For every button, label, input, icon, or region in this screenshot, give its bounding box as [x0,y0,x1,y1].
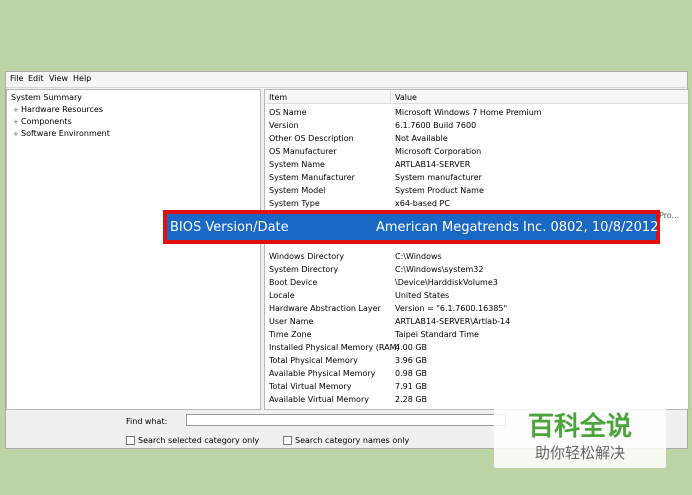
table-row[interactable]: OS Manufacturer Microsoft Corporation [265,145,688,158]
expand-icon[interactable]: + [13,106,21,114]
row-value: 6.1.7600 Build 7600 [395,121,477,130]
tree-item-hardware-resources[interactable]: + Hardware Resources [13,105,103,114]
row-item: System Manufacturer [269,173,355,182]
bios-value-label: American Megatrends Inc. 0802, 10/8/2012 [376,220,659,235]
table-row[interactable]: System Directory C:\Windows\system32 [265,263,688,276]
find-label: Find what: [126,417,168,426]
row-item: Total Virtual Memory [269,382,352,391]
row-item: User Name [269,317,314,326]
row-item: Locale [269,291,295,300]
watermark-subtitle: 助你轻松解决 [534,444,625,462]
row-item: OS Manufacturer [269,147,337,156]
menu-view[interactable]: View [49,74,68,83]
table-row[interactable]: Other OS Description Not Available [265,132,688,145]
expand-icon[interactable]: + [13,130,21,138]
row-value: 2.28 GB [395,395,428,404]
checkbox-label: Search category names only [295,436,410,445]
table-row[interactable]: Installed Physical Memory (RAM) 4.00 GB [265,341,688,354]
tree-item-label: Software Environment [21,129,110,138]
table-row[interactable]: Windows Directory C:\Windows [265,250,688,263]
row-value: 7.91 GB [395,382,428,391]
row-value: x64-based PC [395,199,450,208]
row-value: Microsoft Corporation [395,147,482,156]
table-row[interactable]: Boot Device \Device\HarddiskVolume3 [265,276,688,289]
checkbox-icon[interactable] [283,436,292,445]
table-row[interactable]: Total Virtual Memory 7.91 GB [265,380,688,393]
table-row[interactable]: System Name ARTLAB14-SERVER [265,158,688,171]
tree-item-label: Hardware Resources [21,105,104,114]
row-value: System Product Name [395,186,484,195]
table-row[interactable]: Total Physical Memory 3.96 GB [265,354,688,367]
row-value: C:\Windows [395,252,442,261]
table-row[interactable]: Time Zone Taipei Standard Time [265,328,688,341]
row-item: OS Name [269,108,307,117]
row-item: Version [269,121,299,130]
row-item: Hardware Abstraction Layer [269,304,381,313]
menu-help[interactable]: Help [73,74,91,83]
search-category-names-checkbox[interactable]: Search category names only [283,436,409,445]
find-input[interactable] [186,414,506,426]
system-information-window: File Edit View Help System Summary + Hard… [5,71,689,449]
table-row[interactable]: System Model System Product Name [265,184,688,197]
menu-bar: File Edit View Help [6,72,687,88]
details-table: Item Value OS Name Microsoft Windows 7 Ho… [264,89,689,410]
row-value: 0.98 GB [395,369,428,378]
table-row[interactable]: OS Name Microsoft Windows 7 Home Premium [265,106,688,119]
menu-file[interactable]: File [10,74,23,83]
row-value: United States [395,291,450,300]
row-item: Windows Directory [269,252,345,261]
row-value: Not Available [395,134,448,143]
row-item: Total Physical Memory [269,356,358,365]
tree-item-label: Components [21,117,72,126]
menu-edit[interactable]: Edit [28,74,44,83]
row-value: Version = "6.1.7600.16385" [395,304,508,313]
row-value: Taipei Standard Time [395,330,479,339]
row-value: 3.96 GB [395,356,428,365]
checkbox-icon[interactable] [126,436,135,445]
watermark-title: 百科全说 [527,412,632,442]
table-row[interactable]: User Name ARTLAB14-SERVER\Artlab-14 [265,315,688,328]
table-row[interactable]: Available Physical Memory 0.98 GB [265,367,688,380]
row-item: System Type [269,199,320,208]
column-header-value[interactable]: Value [391,91,688,104]
row-value: 4.00 GB [395,343,428,352]
row-value: Microsoft Windows 7 Home Premium [395,108,542,117]
tree-item-label: System Summary [11,93,83,102]
row-value: System manufacturer [395,173,482,182]
tree-item-software-environment[interactable]: + Software Environment [13,129,110,138]
table-row[interactable]: System Type x64-based PC [265,197,688,210]
table-row[interactable]: Hardware Abstraction Layer Version = "6.1… [265,302,688,315]
row-item: Other OS Description [269,134,354,143]
category-tree: System Summary + Hardware Resources + Comp… [6,89,261,410]
expand-icon[interactable]: + [13,118,21,126]
row-item: Boot Device [269,278,318,287]
row-item: Time Zone [269,330,312,339]
table-row[interactable]: Locale United States [265,289,688,302]
row-value: \Device\HarddiskVolume3 [395,278,498,287]
table-row[interactable]: System Manufacturer System manufacturer [265,171,688,184]
row-item: Available Physical Memory [269,369,376,378]
row-value: ARTLAB14-SERVER [395,160,471,169]
bios-selected-row[interactable]: BIOS Version/Date American Megatrends In… [167,214,659,240]
row-item: System Model [269,186,326,195]
row-item: Available Virtual Memory [269,395,369,404]
row-item: System Directory [269,265,339,274]
bios-item-label: BIOS Version/Date [170,220,289,235]
row-item: Installed Physical Memory (RAM) [269,343,400,352]
tree-item-system-summary[interactable]: System Summary [11,93,82,102]
row-item: System Name [269,160,325,169]
watermark-logo: 百科全说 助你轻松解决 [494,400,666,468]
table-row[interactable]: Version 6.1.7600 Build 7600 [265,119,688,132]
processor-value-overflow: Pro... [659,211,680,220]
column-header-item[interactable]: Item [265,91,391,104]
row-value: ARTLAB14-SERVER\Artlab-14 [395,317,511,326]
tree-item-components[interactable]: + Components [13,117,72,126]
bios-highlight-box: BIOS Version/Date American Megatrends In… [163,210,660,244]
search-selected-category-checkbox[interactable]: Search selected category only [126,436,259,445]
checkbox-label: Search selected category only [138,436,260,445]
row-value: C:\Windows\system32 [395,265,484,274]
